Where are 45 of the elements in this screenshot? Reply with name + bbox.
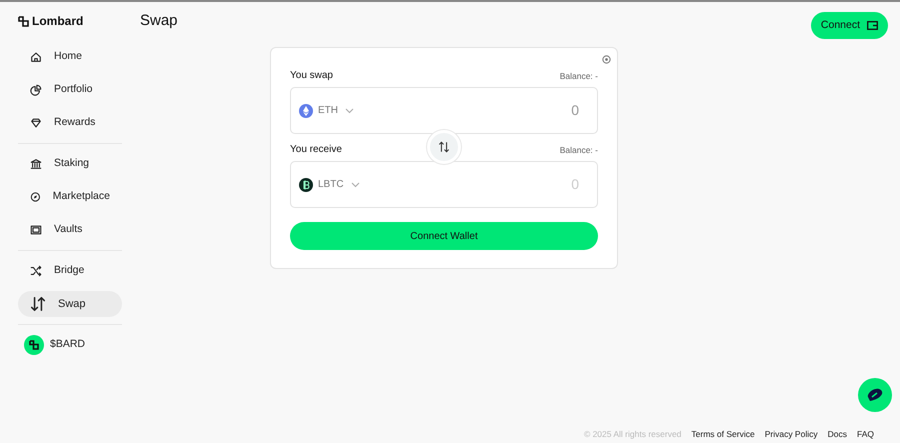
footer-link[interactable]: FAQ — [856, 428, 874, 441]
footer-link[interactable]: Docs — [828, 428, 847, 441]
field-label: You swap — [290, 69, 333, 83]
home-icon — [30, 51, 42, 63]
swap-arrows-icon — [30, 296, 46, 312]
balance-text: Balance: - — [560, 144, 598, 157]
swap-arrows-icon — [438, 141, 450, 153]
shuffle-icon — [30, 265, 42, 277]
connect-button[interactable]: Connect — [810, 12, 888, 39]
page-title: Swap — [140, 12, 178, 30]
token-icon — [24, 335, 44, 355]
brand-name: Lombard — [32, 13, 84, 30]
settings-icon[interactable] — [602, 55, 611, 64]
sidebar-item[interactable]: Staking — [18, 151, 122, 177]
pie-chart-icon — [30, 84, 42, 96]
bank-icon — [30, 158, 42, 170]
token-selector[interactable]: ETH — [299, 103, 354, 118]
logo-icon — [18, 16, 29, 26]
wallet-icon — [867, 21, 878, 30]
sidebar-item[interactable]: Swap — [18, 291, 122, 317]
footer-link[interactable]: Privacy Policy — [764, 428, 818, 441]
copyright-text: © 2025 All rights reserved — [584, 428, 682, 441]
field-label: You receive — [290, 143, 342, 157]
gem-icon — [30, 117, 42, 129]
chat-icon — [867, 388, 883, 402]
amount-field[interactable]: ETH 0 — [290, 87, 598, 134]
sidebar-item[interactable]: Rewards — [18, 110, 122, 136]
ethereum-icon — [299, 104, 313, 118]
bitcoin-icon — [299, 178, 313, 192]
footer-link[interactable]: Terms of Service — [691, 428, 755, 441]
balance-text: Balance: - — [560, 70, 598, 83]
sidebar-item[interactable]: $BARD — [18, 332, 122, 358]
vault-icon — [30, 224, 42, 236]
flip-button[interactable] — [427, 130, 461, 164]
sidebar-item[interactable]: Portfolio — [18, 77, 122, 103]
connect-wallet-button[interactable]: Connect Wallet — [290, 222, 598, 250]
compass-icon — [30, 191, 41, 203]
sidebar-item[interactable]: Vaults — [18, 217, 122, 243]
chat-button[interactable] — [858, 378, 892, 412]
chevron-down-icon — [350, 182, 360, 188]
sidebar-item[interactable]: Bridge — [18, 258, 122, 284]
sidebar-item[interactable]: Home — [18, 44, 122, 70]
chevron-down-icon — [345, 108, 354, 114]
token-selector[interactable]: LBTC — [299, 177, 360, 192]
sidebar-item[interactable]: Marketplace — [18, 184, 122, 210]
